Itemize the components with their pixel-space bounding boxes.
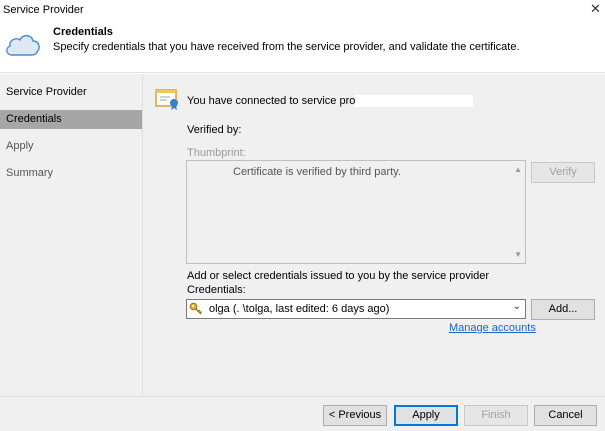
step-service-provider[interactable]: Service Provider	[0, 83, 142, 102]
window-title: Service Provider	[3, 4, 84, 16]
apply-button[interactable]: Apply	[394, 405, 458, 426]
verified-by-label: Verified by:	[187, 124, 242, 136]
chevron-down-icon[interactable]: ⌄	[513, 301, 521, 312]
credentials-label: Credentials:	[187, 284, 246, 296]
credentials-dropdown[interactable]: olga (. \tolga, last edited: 6 days ago)…	[186, 299, 526, 319]
manage-accounts-link[interactable]: Manage accounts	[449, 322, 536, 334]
step-apply[interactable]: Apply	[0, 137, 142, 156]
scroll-down-arrow-icon[interactable]: ▼	[514, 250, 522, 259]
connection-status-text: You have connected to service provider	[187, 95, 380, 107]
key-icon	[189, 302, 202, 315]
page-description: Specify credentials that you have receiv…	[53, 41, 520, 53]
redacted-provider-name	[355, 95, 473, 107]
thumbprint-text: Certificate is verified by third party.	[233, 166, 401, 178]
step-credentials[interactable]: Credentials	[0, 110, 142, 129]
finish-button[interactable]: Finish	[464, 405, 528, 426]
previous-button[interactable]: < Previous	[323, 405, 387, 426]
page-title: Credentials	[53, 26, 113, 38]
credentials-selected-value: olga (. \tolga, last edited: 6 days ago)	[209, 303, 390, 315]
thumbprint-label: Thumbprint:	[187, 147, 246, 159]
certificate-icon	[155, 89, 178, 110]
step-summary[interactable]: Summary	[0, 164, 142, 183]
verify-button[interactable]: Verify	[531, 162, 595, 183]
close-button[interactable]: ✕	[586, 0, 605, 20]
thumbprint-box: Certificate is verified by third party. …	[186, 160, 526, 264]
wizard-header: Credentials Specify credentials that you…	[0, 20, 605, 73]
wizard-steps-sidebar: Service Provider Credentials Apply Summa…	[0, 74, 142, 396]
cancel-button[interactable]: Cancel	[534, 405, 597, 426]
credentials-instruction: Add or select credentials issued to you …	[187, 270, 490, 282]
scroll-up-arrow-icon[interactable]: ▲	[514, 165, 522, 174]
verified-by-value[interactable]	[243, 119, 591, 139]
cloud-icon	[6, 34, 40, 56]
add-credentials-button[interactable]: Add...	[531, 299, 595, 320]
